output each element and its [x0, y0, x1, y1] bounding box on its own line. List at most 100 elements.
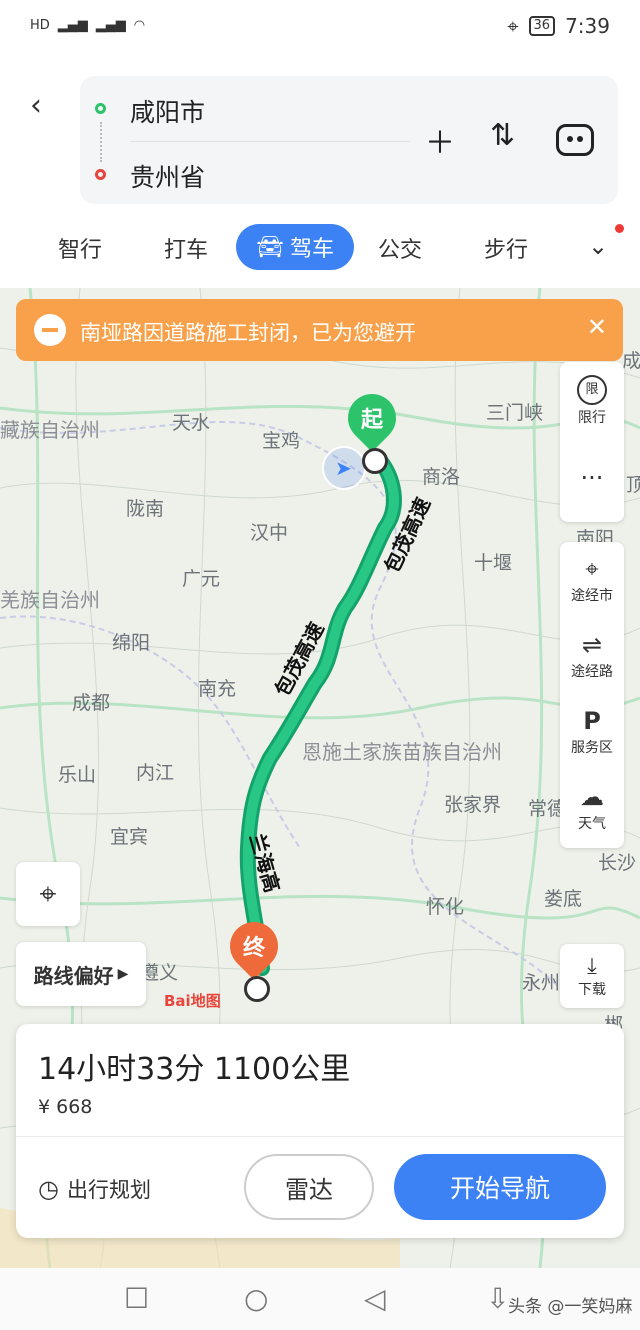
- map-label: 乐山: [58, 764, 97, 786]
- clock: 7:39: [565, 14, 610, 38]
- weather-label: 天气: [578, 816, 606, 832]
- map-label: 内江: [136, 762, 175, 784]
- battery-icon: 36: [528, 16, 556, 36]
- end-pin-base: [244, 976, 270, 1002]
- via-city-button[interactable]: ⌖ 途经市: [560, 542, 624, 618]
- watermark: 头条 @一笑妈麻: [508, 1297, 633, 1317]
- map-label: 娄底: [544, 888, 583, 910]
- locate-me-button[interactable]: ⌖: [16, 862, 80, 926]
- via-city-label: 途经市: [571, 588, 613, 604]
- end-marker[interactable]: 终: [220, 912, 288, 980]
- service-area-button[interactable]: P 服务区: [560, 694, 624, 770]
- map-label: 三门峡: [486, 402, 544, 424]
- system-nav-bar: ☐ ○ ◁ ⇩ 头条 @一笑妈麻: [0, 1268, 640, 1330]
- map-label: 永州: [522, 972, 561, 994]
- status-bar: HD ▂▄▆ ▂▄▆ ◠ ⌖ 36 7:39: [0, 0, 640, 58]
- weather-button[interactable]: ☁ 天气: [560, 770, 624, 846]
- map-label: 商洛: [422, 466, 461, 488]
- trip-plan-button[interactable]: ◷ 出行规划: [38, 1174, 151, 1204]
- map-label: 成: [622, 350, 640, 372]
- road-closure-notice[interactable]: 南垭路因道路施工封闭，已为您避开 ✕: [16, 299, 623, 361]
- crosshair-icon: ⌖: [39, 876, 57, 912]
- back-icon[interactable]: ◁: [364, 1282, 386, 1315]
- map-label: 恩施土家族苗族自治州: [302, 740, 502, 764]
- map-label: 张家界: [444, 794, 502, 816]
- heading-arrow-icon: ➤: [335, 456, 352, 480]
- tab-walk[interactable]: 步行: [484, 232, 528, 264]
- tab-drive[interactable]: 🚘︎ 驾车: [236, 224, 354, 270]
- map-label: 南充: [198, 678, 237, 700]
- more-button[interactable]: ···: [560, 440, 624, 518]
- map-label: 陇南: [126, 498, 165, 520]
- status-right: ⌖ 36 7:39: [507, 14, 610, 38]
- download-label: 下载: [578, 981, 606, 998]
- triangle-right-icon: ▶: [117, 966, 129, 982]
- tab-taxi[interactable]: 打车: [164, 232, 208, 264]
- trip-plan-label: 出行规划: [66, 1178, 151, 1202]
- recent-apps-icon[interactable]: ☐: [124, 1282, 149, 1315]
- notification-pulldown-icon[interactable]: ⇩: [486, 1282, 509, 1315]
- signal-2g-icon: ▂▄▆: [95, 18, 126, 33]
- no-entry-icon: [34, 314, 66, 346]
- origin-field[interactable]: 咸阳市: [130, 93, 205, 129]
- car-icon-dot: [577, 136, 583, 142]
- via-road-label: 途经路: [571, 664, 613, 680]
- car-icon-dot: [567, 136, 573, 142]
- route-icon: ⇌: [581, 631, 603, 659]
- wifi-icon: ◠: [133, 18, 146, 33]
- parking-icon: P: [583, 707, 601, 735]
- hd-indicator: HD: [30, 18, 50, 33]
- map-label: 怀化: [426, 896, 465, 918]
- notification-dot: [615, 224, 624, 233]
- map-label: 顶: [626, 474, 640, 496]
- divider: [16, 1136, 624, 1137]
- service-area-label: 服务区: [571, 740, 613, 756]
- route-preference-button[interactable]: 路线偏好 ▶: [16, 942, 146, 1006]
- map-label: 宜宾: [110, 826, 149, 848]
- start-navigation-button[interactable]: 开始导航: [394, 1154, 606, 1220]
- map-label: 广元: [182, 568, 221, 590]
- map-label: 天水: [172, 412, 211, 434]
- more-icon: ···: [580, 464, 604, 492]
- map-label: 汉中: [250, 522, 289, 544]
- map-toolbar-route: ⌖ 途经市 ⇌ 途经路 P 服务区 ☁ 天气: [560, 542, 624, 848]
- map-label: 十堰: [474, 552, 513, 574]
- restriction-icon: 限: [577, 375, 607, 405]
- map-toolbar-top: 限 限行 ···: [560, 362, 624, 522]
- location-icon: ⌖: [507, 14, 519, 38]
- tab-smart[interactable]: 智行: [58, 232, 102, 264]
- start-pin-base: [362, 448, 388, 474]
- map-label: 藏族自治州: [0, 418, 100, 442]
- home-icon[interactable]: ○: [244, 1282, 268, 1315]
- add-waypoint-button[interactable]: ＋: [425, 118, 455, 162]
- traffic-restriction-button[interactable]: 限 限行: [560, 362, 624, 440]
- toll-price: ¥ 668: [38, 1096, 93, 1118]
- map-label: 宝鸡: [262, 430, 301, 452]
- divider: [130, 141, 410, 142]
- signal-4g-icon: ▂▄▆: [57, 18, 88, 33]
- close-icon[interactable]: ✕: [587, 313, 607, 341]
- cloud-icon: ☁: [580, 783, 604, 811]
- download-button[interactable]: ⤓ 下载: [560, 944, 624, 1008]
- route-summary-card[interactable]: 14小时33分 1100公里 ¥ 668 ◷ 出行规划 雷达 开始导航: [16, 1024, 624, 1238]
- car-settings-button[interactable]: [556, 124, 594, 156]
- back-button[interactable]: ‹: [30, 88, 42, 123]
- route-preference-label: 路线偏好: [33, 963, 114, 988]
- status-left: HD ▂▄▆ ▂▄▆ ◠: [30, 18, 145, 33]
- radar-button[interactable]: 雷达: [244, 1154, 374, 1220]
- car-icon: 🚘︎: [256, 234, 284, 260]
- tab-drive-label: 驾车: [289, 237, 334, 262]
- via-road-button[interactable]: ⇌ 途经路: [560, 618, 624, 694]
- map-label: 羌族自治州: [0, 588, 100, 612]
- baidu-logo: Bai地图: [164, 992, 221, 1010]
- start-marker[interactable]: 起: [338, 384, 406, 452]
- duration-distance: 14小时33分 1100公里: [38, 1052, 351, 1087]
- clock-icon: ◷: [38, 1175, 59, 1203]
- notice-text: 南垭路因道路施工封闭，已为您避开: [80, 321, 416, 345]
- destination-dot-icon: [95, 169, 106, 180]
- map-label: 绵阳: [112, 632, 151, 654]
- tab-transit[interactable]: 公交: [378, 232, 422, 264]
- swap-route-button[interactable]: ⇅: [490, 118, 515, 153]
- more-tabs-chevron-down-icon[interactable]: ⌄: [588, 232, 608, 260]
- destination-field[interactable]: 贵州省: [130, 158, 205, 194]
